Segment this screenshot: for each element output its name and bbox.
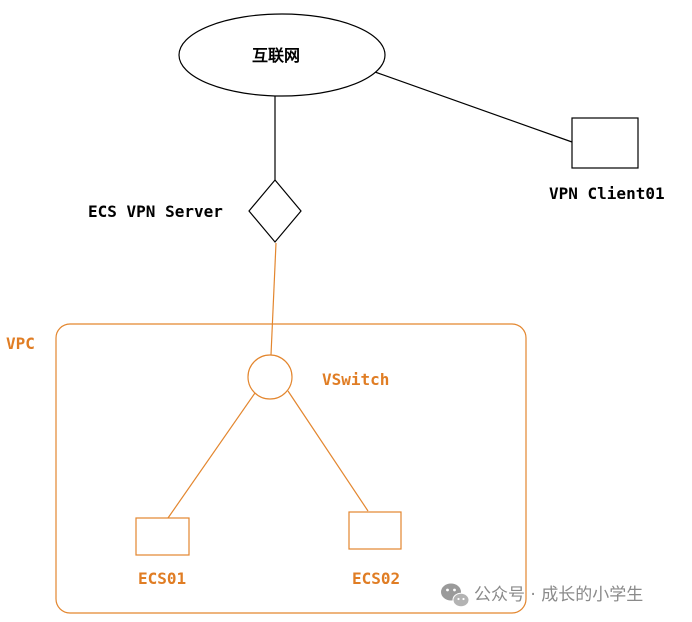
ecs01-node [135, 517, 190, 556]
network-diagram: 互联网 VPN Client01 ECS VPN Server VPC VSwi… [6, 13, 665, 614]
vswitch-node [247, 354, 293, 400]
ecs02-node [348, 511, 402, 550]
vpn-server-node [248, 179, 302, 243]
internet-label: 互联网 [252, 46, 300, 65]
internet-to-client-line [374, 71, 573, 143]
vpn-client-label: VPN Client01 [549, 184, 665, 203]
vpn-client-node [571, 117, 639, 169]
vpc-label: VPC [6, 334, 35, 353]
ecs01-label: ECS01 [138, 569, 186, 588]
watermark-text: 公众号 · 成长的小学生 [474, 585, 643, 605]
vswitch-label: VSwitch [322, 370, 389, 389]
vpn-server-label: ECS VPN Server [88, 202, 223, 221]
vpc-container [55, 323, 527, 614]
server-to-vswitch-line [270, 242, 277, 356]
vswitch-to-ecs01-line [167, 392, 256, 519]
vswitch-to-ecs02-line [287, 390, 369, 512]
ecs02-label: ECS02 [352, 569, 400, 588]
wechat-icon [441, 583, 470, 608]
